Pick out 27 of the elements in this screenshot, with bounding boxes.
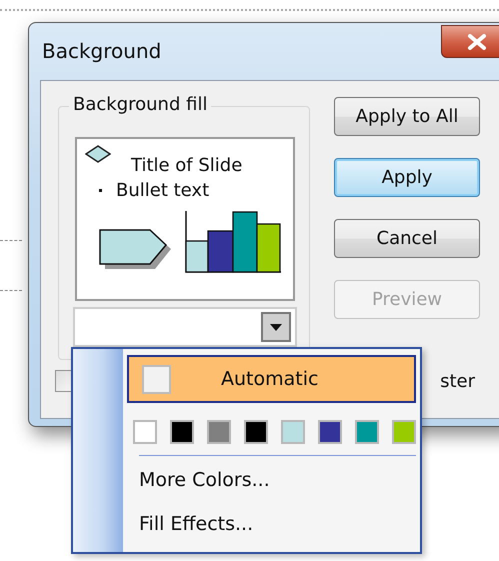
- preview-bullet-text: Bullet text: [116, 180, 210, 201]
- close-button[interactable]: [441, 25, 499, 58]
- automatic-swatch: [142, 364, 171, 394]
- automatic-label: Automatic: [221, 368, 318, 390]
- dialog-button[interactable]: Apply to All: [334, 97, 480, 136]
- dialog-button[interactable]: Apply: [334, 158, 480, 197]
- dialog-button[interactable]: Cancel: [334, 219, 480, 258]
- close-icon: [467, 34, 487, 50]
- diamond-icon: [85, 145, 111, 163]
- fill-dropdown[interactable]: [73, 307, 297, 347]
- color-swatch[interactable]: [392, 420, 416, 444]
- group-label: Background fill: [69, 94, 212, 115]
- menu-item[interactable]: More Colors...: [127, 456, 416, 500]
- color-swatch[interactable]: [207, 420, 231, 444]
- automatic-menu-item[interactable]: Automatic: [127, 355, 416, 403]
- color-swatch[interactable]: [281, 420, 305, 444]
- color-swatch[interactable]: [318, 420, 342, 444]
- checkbox-label: ster: [440, 370, 475, 392]
- color-swatch[interactable]: [244, 420, 268, 444]
- preview-title: Title of Slide: [131, 155, 242, 176]
- window-title: Background: [42, 39, 162, 63]
- color-swatch[interactable]: [355, 420, 379, 444]
- menu-item[interactable]: Fill Effects...: [127, 500, 416, 544]
- color-swatch[interactable]: [170, 420, 194, 444]
- dropdown-button[interactable]: [261, 312, 291, 342]
- color-swatch[interactable]: [133, 420, 157, 444]
- caret-icon: [270, 324, 282, 330]
